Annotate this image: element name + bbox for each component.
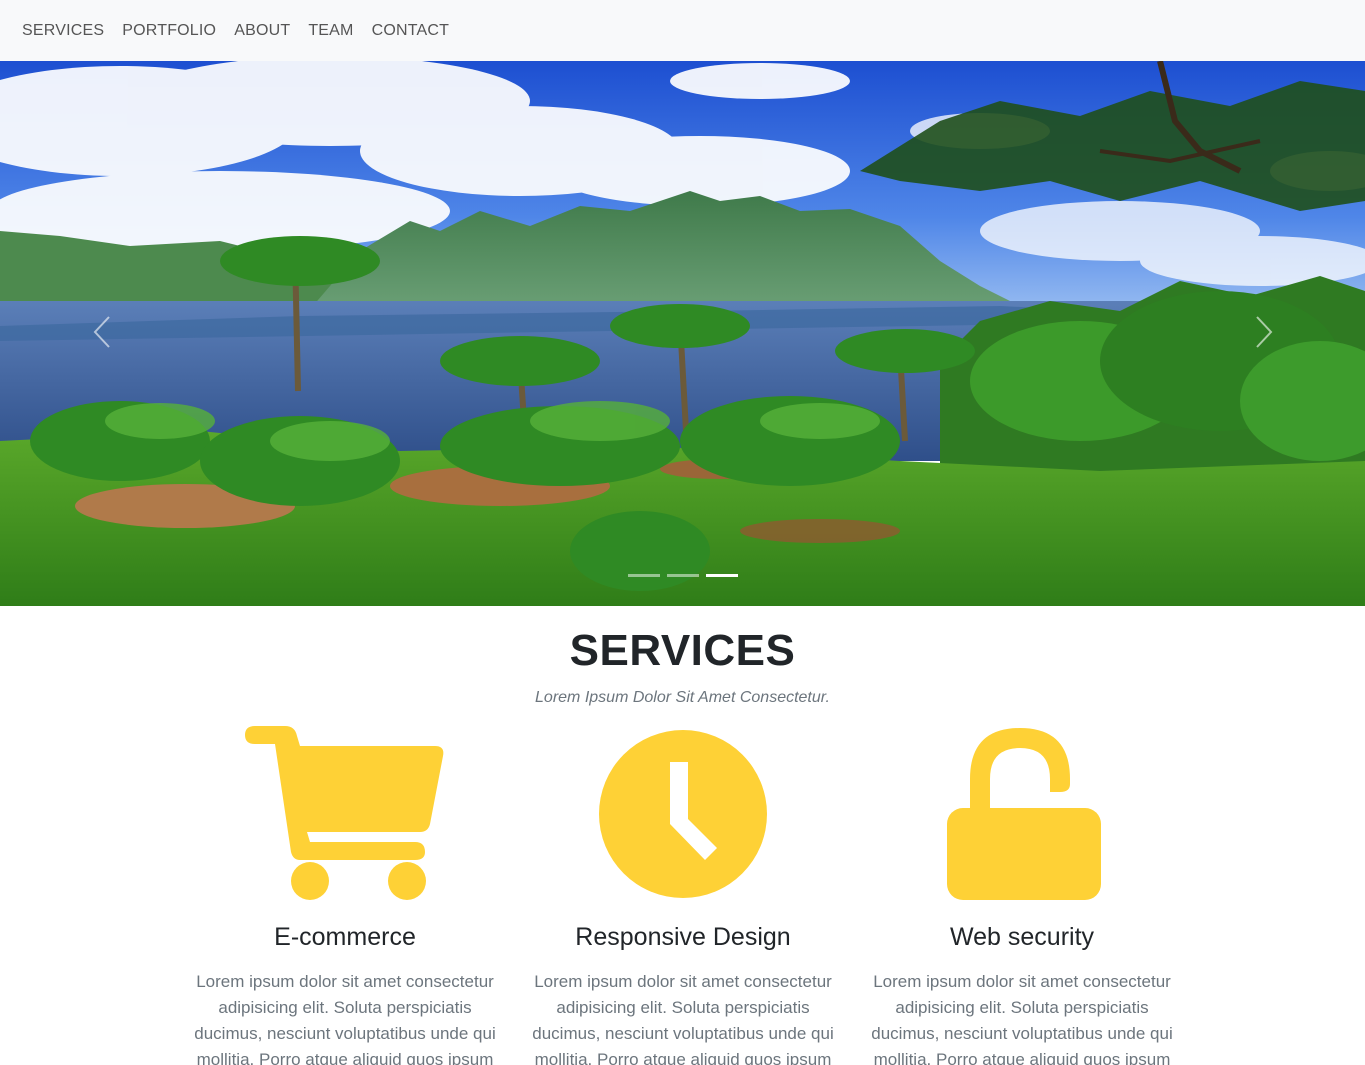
service-description: Lorem ipsum dolor sit amet consectetur a…	[194, 972, 496, 1065]
services-title: SERVICES	[569, 626, 796, 675]
hero-carousel	[0, 61, 1365, 606]
nav-link-team[interactable]: Team	[299, 22, 362, 40]
carousel-indicator-2[interactable]	[666, 574, 699, 577]
service-web-security: Web security Lorem ipsum dolor sit amet …	[862, 724, 1182, 1065]
chevron-left-icon	[93, 316, 110, 348]
service-heading: Responsive Design	[575, 923, 791, 951]
service-description: Lorem ipsum dolor sit amet consectetur a…	[532, 972, 834, 1065]
unlock-icon	[947, 728, 1101, 900]
carousel-indicators	[0, 574, 1365, 577]
services-subtitle: Lorem Ipsum Dolor Sit Amet Consectetur.	[535, 689, 830, 706]
carousel-indicator-3[interactable]	[705, 574, 738, 577]
nav-link-about[interactable]: About	[225, 22, 299, 40]
service-ecommerce: E-commerce Lorem ipsum dolor sit amet co…	[185, 724, 505, 1065]
carousel-next-button[interactable]	[1244, 297, 1284, 367]
services-section: SERVICES Lorem Ipsum Dolor Sit Amet Cons…	[0, 606, 1365, 1065]
carousel-prev-button[interactable]	[82, 297, 122, 367]
nav-link-services[interactable]: Services	[13, 22, 113, 40]
carousel-slide-image	[0, 61, 1365, 606]
service-heading: Web security	[949, 923, 1095, 951]
navbar: Services Portfolio About Team Contact	[0, 0, 1365, 61]
nav-link-contact[interactable]: Contact	[363, 22, 459, 40]
chevron-right-icon	[1256, 316, 1273, 348]
clock-icon	[599, 730, 767, 898]
carousel-indicator-1[interactable]	[627, 574, 660, 577]
service-description: Lorem ipsum dolor sit amet consectetur a…	[871, 972, 1173, 1065]
service-responsive-design: Responsive Design Lorem ipsum dolor sit …	[523, 724, 843, 1065]
service-heading: E-commerce	[274, 923, 416, 951]
shopping-cart-icon	[245, 726, 444, 900]
nav-link-portfolio[interactable]: Portfolio	[113, 22, 225, 40]
